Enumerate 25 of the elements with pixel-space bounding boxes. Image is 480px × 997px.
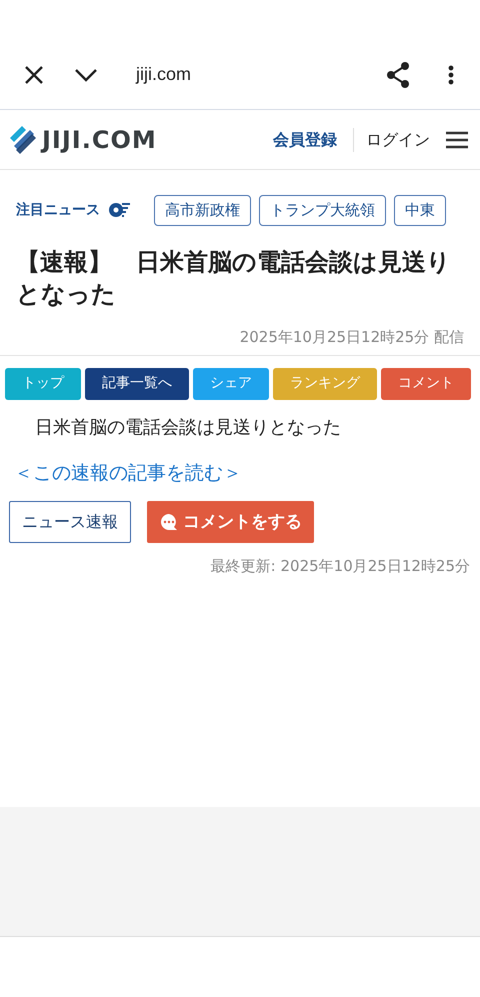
speech-bubble-icon [159,512,179,532]
close-icon[interactable] [24,64,44,84]
read-article-link[interactable]: ＜この速報の記事を読む＞ [14,462,242,484]
news-flash-button[interactable]: ニュース速報 [9,501,131,544]
last-updated: 最終更新: 2025年10月25日12時25分 [210,556,470,578]
nav-button[interactable]: コメント [381,368,471,400]
menu-icon[interactable] [446,130,468,148]
published-date: 2025年10月25日12時25分 配信 [240,327,464,348]
comment-button[interactable]: コメントをする [147,501,314,544]
headline: 【速報】 日米首脳の電話会談は見送りとなった [15,246,452,310]
topic-tag[interactable]: 高市新政権 [154,195,251,226]
megaphone-icon [108,201,130,220]
nav-button[interactable]: 記事一覧へ [85,368,189,400]
topic-tag[interactable]: 中東 [394,195,446,226]
more-icon[interactable] [448,64,454,84]
share-icon[interactable] [386,62,410,88]
login-link[interactable]: ログイン [353,128,430,152]
article-body: 日米首脳の電話会談は見送りとなった [35,416,342,440]
register-link[interactable]: 会員登録 [273,128,337,152]
topic-tag[interactable]: トランプ大統領 [259,195,386,226]
url-text[interactable]: jiji.com [136,61,192,88]
logo-text[interactable]: JIJI.COM [42,122,157,158]
logo-icon [8,124,38,156]
featured-news-label: 注目ニュース [16,200,100,220]
chevron-down-icon[interactable] [74,68,98,82]
